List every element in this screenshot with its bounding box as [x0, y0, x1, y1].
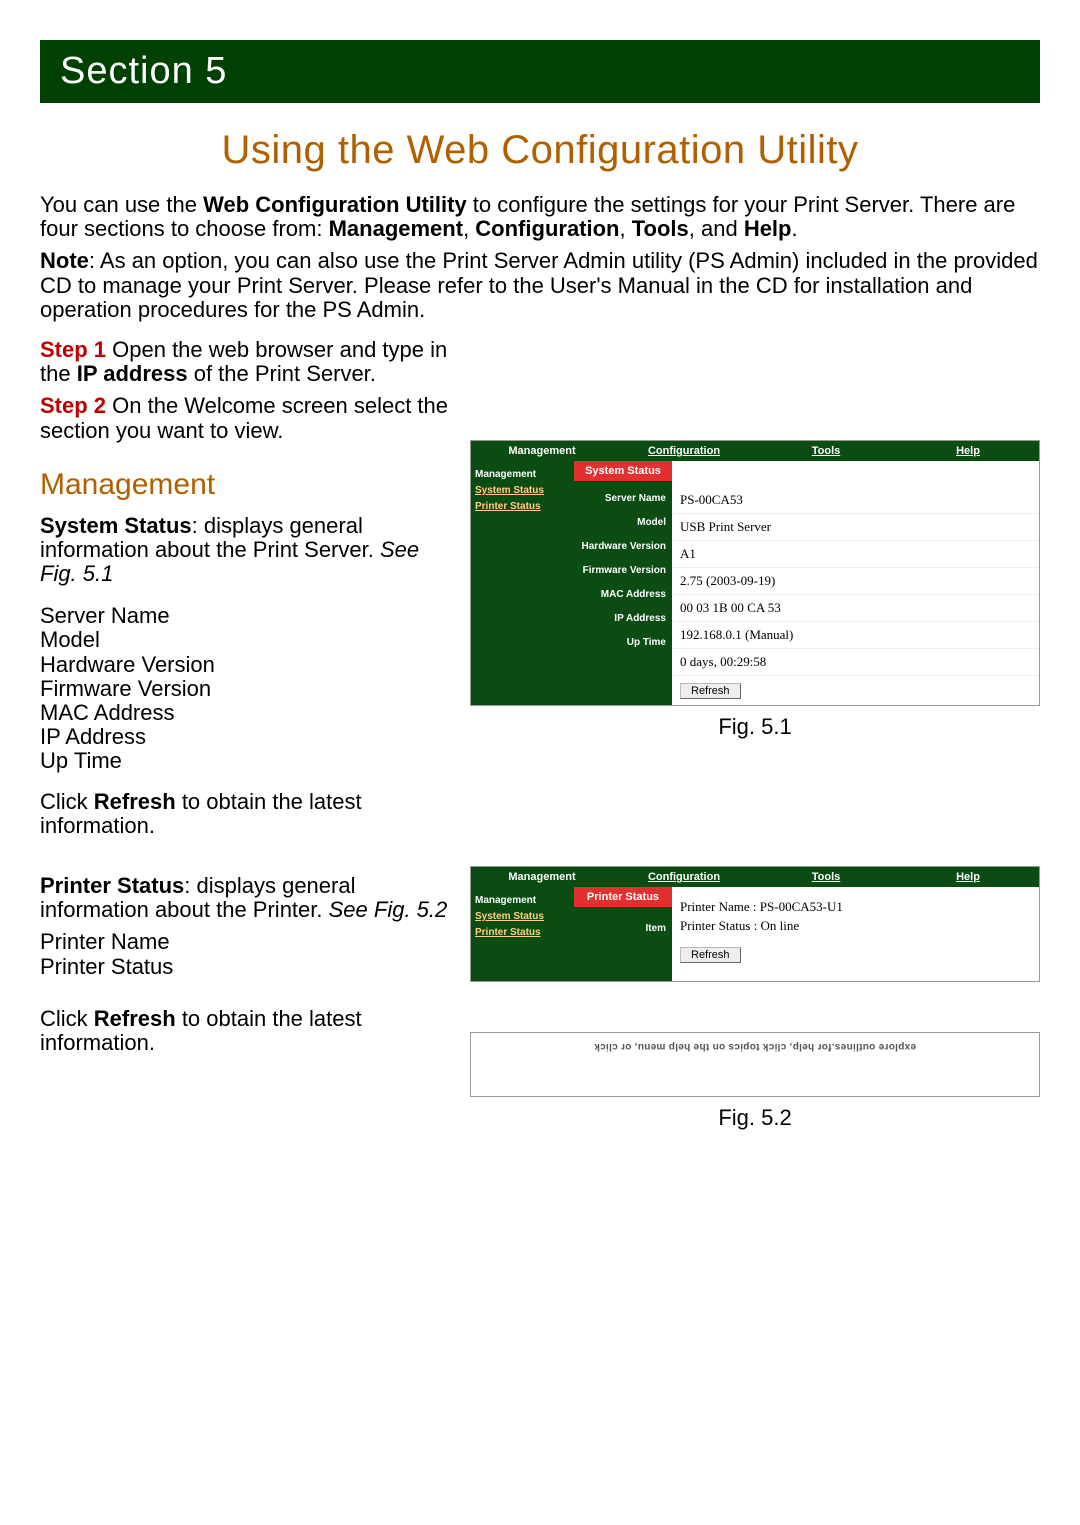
- printer-status-desc: Printer Status: displays general informa…: [40, 874, 450, 922]
- row-value: 192.168.0.1 (Manual): [672, 622, 1039, 649]
- section-banner: Section 5: [40, 40, 1040, 103]
- t: of the Print Server.: [188, 361, 376, 386]
- row-label: Server Name: [574, 487, 672, 511]
- field-item: Up Time: [40, 749, 450, 773]
- row-label: Item: [574, 913, 672, 945]
- row-value: 00 03 1B 00 CA 53: [672, 595, 1039, 622]
- tab-tools[interactable]: Tools: [755, 441, 897, 461]
- field-list-2: Printer Name Printer Status: [40, 930, 450, 978]
- tab-help[interactable]: Help: [897, 441, 1039, 461]
- t: ,: [620, 216, 632, 241]
- t: Note: [40, 248, 89, 273]
- row-value: USB Print Server: [672, 514, 1039, 541]
- step-2: Step 2 On the Welcome screen select the …: [40, 394, 450, 442]
- t: : As an option, you can also use the Pri…: [40, 248, 1038, 321]
- value-col: Printer Name : PS-00CA53-U1 Printer Stat…: [672, 887, 1039, 981]
- row-label: IP Address: [574, 607, 672, 631]
- t: You can use the: [40, 192, 203, 217]
- tab-help[interactable]: Help: [897, 867, 1039, 887]
- tab-management[interactable]: Management: [471, 867, 613, 887]
- t: IP address: [77, 361, 188, 386]
- row-label: Hardware Version: [574, 535, 672, 559]
- t: Help: [744, 216, 792, 241]
- field-item: Firmware Version: [40, 677, 450, 701]
- tab-configuration[interactable]: Configuration: [613, 867, 755, 887]
- fig-5-1-caption: Fig. 5.1: [470, 714, 1040, 740]
- side-nav-head: Management: [475, 893, 570, 909]
- t: Printer Status: [40, 873, 184, 898]
- fig-5-2-caption: Fig. 5.2: [470, 1105, 1040, 1131]
- row-label: Firmware Version: [574, 559, 672, 583]
- t: , and: [689, 216, 744, 241]
- refresh-note-2: Click Refresh to obtain the latest infor…: [40, 1007, 450, 1055]
- row-value: 2.75 (2003-09-19): [672, 568, 1039, 595]
- step-1: Step 1 Open the web browser and type in …: [40, 338, 450, 386]
- printer-name-value: Printer Name : PS-00CA53-U1: [680, 897, 1031, 917]
- side-nav-system-status[interactable]: System Status: [475, 909, 570, 925]
- printer-status-value: Printer Status : On line: [680, 916, 1031, 936]
- status-title: System Status: [574, 461, 672, 481]
- side-nav: Management System Status Printer Status: [471, 461, 574, 705]
- t: Tools: [632, 216, 689, 241]
- step-label: Step 1: [40, 337, 106, 362]
- value-col: PS-00CA53 USB Print Server A1 2.75 (2003…: [672, 461, 1039, 705]
- field-item: MAC Address: [40, 701, 450, 725]
- side-nav: Management System Status Printer Status: [471, 887, 574, 981]
- field-item: Printer Status: [40, 955, 450, 979]
- panel-tabs: Management Configuration Tools Help: [471, 441, 1039, 461]
- field-item: IP Address: [40, 725, 450, 749]
- field-item: Hardware Version: [40, 653, 450, 677]
- panel-tabs: Management Configuration Tools Help: [471, 867, 1039, 887]
- note-paragraph: Note: As an option, you can also use the…: [40, 249, 1040, 322]
- side-nav-printer-status[interactable]: Printer Status: [475, 499, 570, 515]
- t: .: [792, 216, 798, 241]
- tab-configuration[interactable]: Configuration: [613, 441, 755, 461]
- field-list-1: Server Name Model Hardware Version Firmw…: [40, 604, 450, 773]
- row-value: 0 days, 00:29:58: [672, 649, 1039, 676]
- status-title: Printer Status: [574, 887, 672, 907]
- step-label: Step 2: [40, 393, 106, 418]
- t: Refresh: [94, 789, 176, 814]
- label-col: System Status Server Name Model Hardware…: [574, 461, 672, 705]
- page-title: Using the Web Configuration Utility: [40, 128, 1040, 173]
- system-status-desc: System Status: displays general informat…: [40, 514, 450, 587]
- management-heading: Management: [40, 468, 450, 502]
- field-item: Model: [40, 628, 450, 652]
- tab-tools[interactable]: Tools: [755, 867, 897, 887]
- row-value: PS-00CA53: [672, 487, 1039, 514]
- intro-paragraph: You can use the Web Configuration Utilit…: [40, 193, 1040, 241]
- t: Refresh: [94, 1006, 176, 1031]
- t: System Status: [40, 513, 192, 538]
- row-label: MAC Address: [574, 583, 672, 607]
- t: ,: [463, 216, 475, 241]
- side-nav-system-status[interactable]: System Status: [475, 483, 570, 499]
- label-col: Printer Status Item: [574, 887, 672, 981]
- blur-text: explore outlines.for help, click topics …: [471, 1041, 1039, 1052]
- refresh-note-1: Click Refresh to obtain the latest infor…: [40, 790, 450, 838]
- field-item: Printer Name: [40, 930, 450, 954]
- side-nav-head: Management: [475, 467, 570, 483]
- t: Configuration: [475, 216, 619, 241]
- row-label: Model: [574, 511, 672, 535]
- t: Click: [40, 789, 94, 814]
- t: Web Configuration Utility: [203, 192, 467, 217]
- side-nav-printer-status[interactable]: Printer Status: [475, 925, 570, 941]
- t: See Fig. 5.2: [329, 897, 448, 922]
- refresh-button[interactable]: Refresh: [680, 683, 741, 699]
- refresh-button[interactable]: Refresh: [680, 947, 741, 963]
- row-label: Up Time: [574, 631, 672, 655]
- t: Management: [329, 216, 463, 241]
- tab-management[interactable]: Management: [471, 441, 613, 461]
- field-item: Server Name: [40, 604, 450, 628]
- row-value: A1: [672, 541, 1039, 568]
- t: Click: [40, 1006, 94, 1031]
- fig-5-2-panel: Management Configuration Tools Help Mana…: [470, 866, 1040, 982]
- fig-5-2-extra: explore outlines.for help, click topics …: [470, 1032, 1040, 1097]
- fig-5-1-panel: Management Configuration Tools Help Mana…: [470, 440, 1040, 706]
